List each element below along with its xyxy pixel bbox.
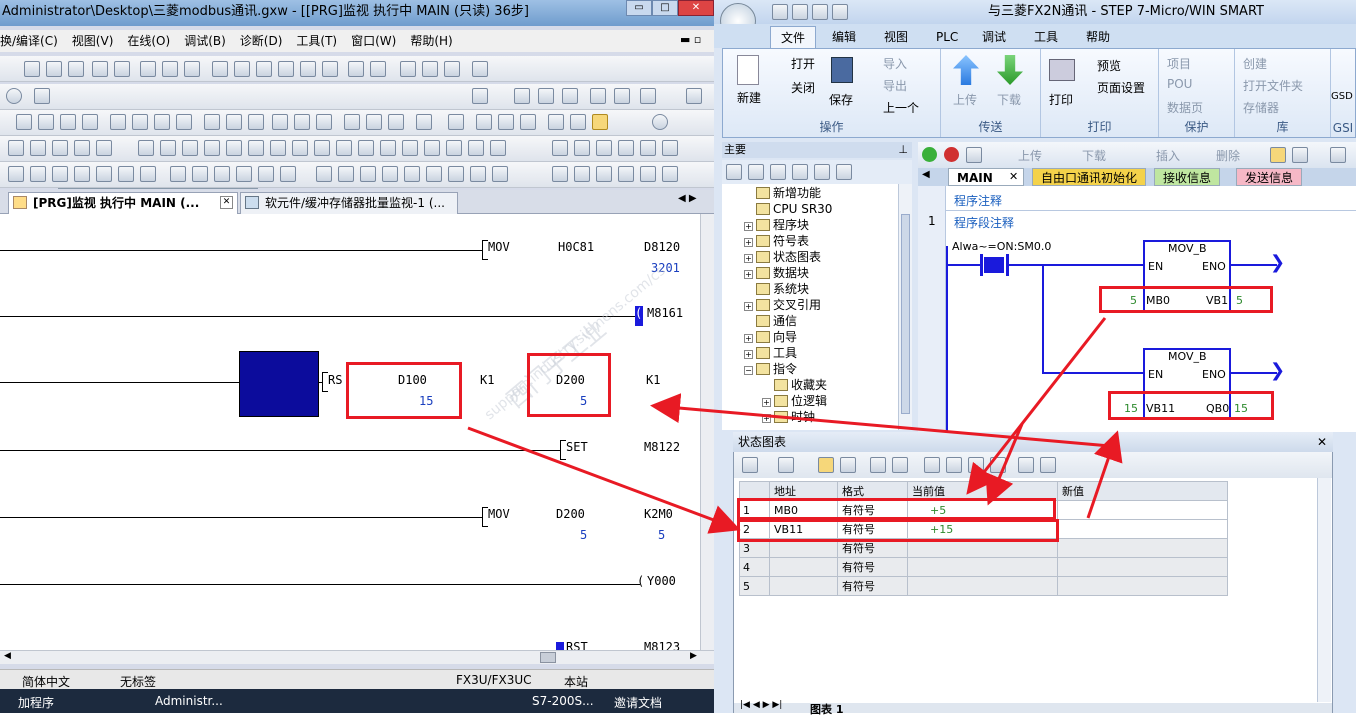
arrow-to-vb11	[1086, 430, 1123, 519]
arrow-to-d200	[650, 393, 1111, 448]
annotation-arrows	[467, 317, 1123, 534]
arrow-from-mb0	[966, 317, 1107, 495]
arrow-to-status-chart	[467, 426, 741, 534]
